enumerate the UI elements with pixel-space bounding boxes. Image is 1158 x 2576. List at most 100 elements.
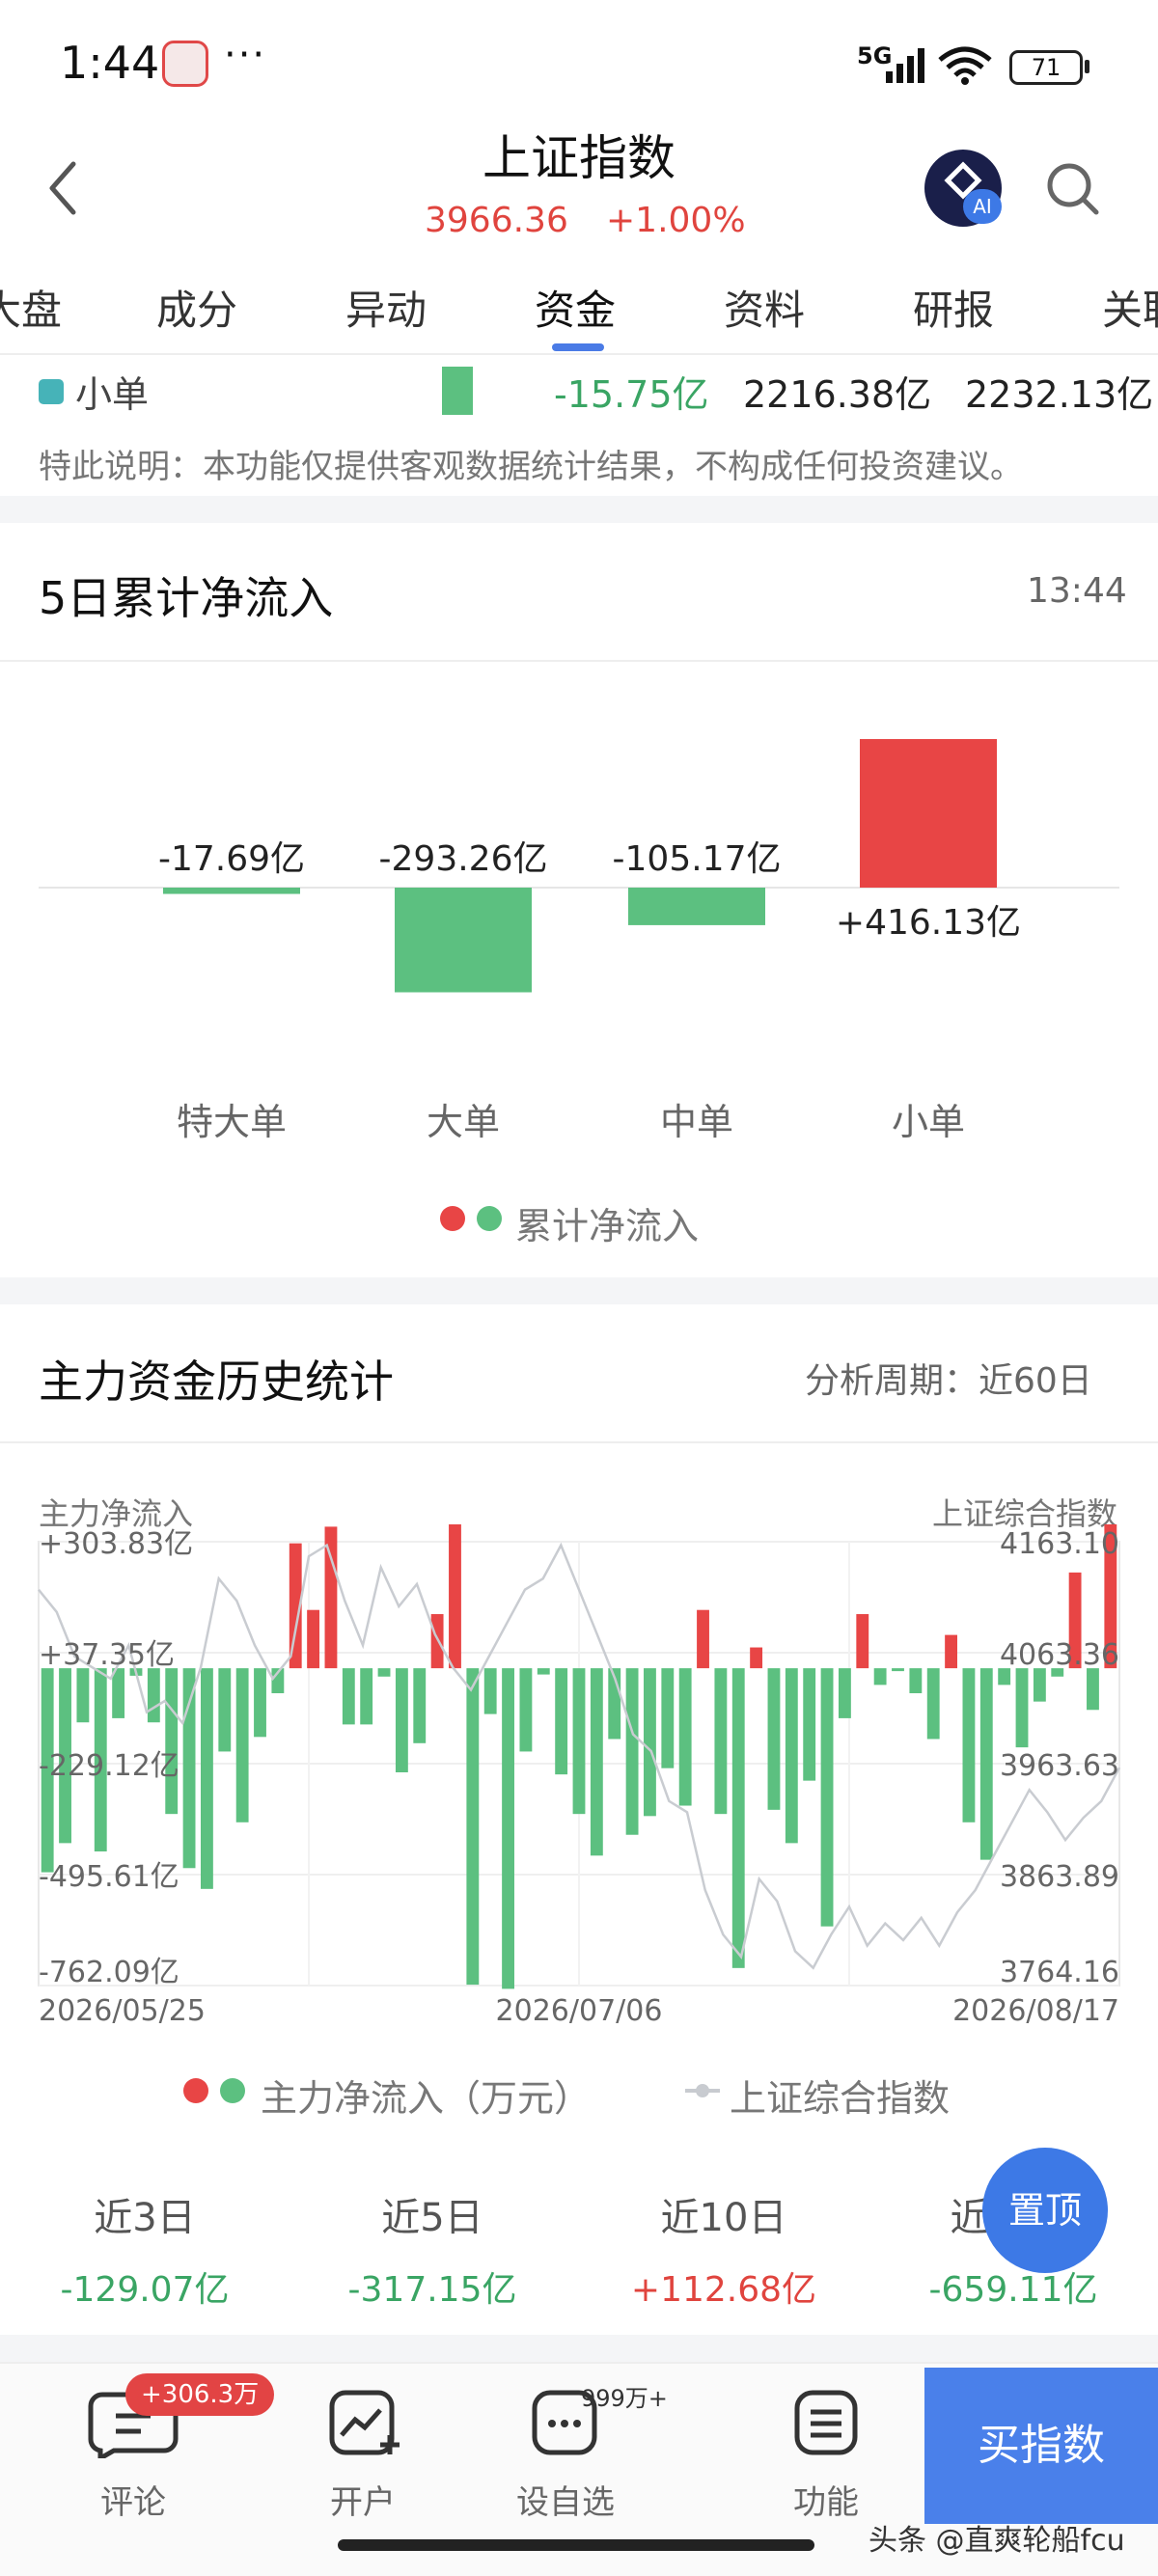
category-label-2: 中单 xyxy=(660,1101,733,1143)
flow-bar-41 xyxy=(767,1668,781,1810)
tab-funds[interactable]: 资金 xyxy=(535,278,616,337)
flow-bar-34 xyxy=(644,1668,656,1817)
tab-related[interactable]: 关联 xyxy=(1102,278,1158,337)
legend-dot-up xyxy=(440,1206,465,1231)
flow-bar-6 xyxy=(147,1668,160,1723)
five-day-legend-label: 累计净流入 xyxy=(515,1205,700,1247)
flow-bar-8 xyxy=(182,1668,196,1869)
period-20d-value: -659.11亿 xyxy=(928,2270,1098,2310)
flow-bar-31 xyxy=(590,1668,603,1856)
left-tick-4: -762.09亿 xyxy=(39,1956,179,1989)
flow-bar-44 xyxy=(820,1668,834,1927)
divider xyxy=(0,1441,1158,1443)
flow-bar-9 xyxy=(201,1668,213,1889)
watchlist-count-badge: 999万+ xyxy=(581,2385,668,2412)
flow-bar-18 xyxy=(360,1668,373,1725)
category-label-3: 小单 xyxy=(892,1101,965,1143)
comment-count-badge: +306.3万 xyxy=(125,2373,275,2416)
flow-bar-43 xyxy=(803,1668,816,1781)
flow-bar-21 xyxy=(413,1668,427,1743)
small-order-bar xyxy=(442,367,473,415)
small-order-outflow: 2232.13亿 xyxy=(965,373,1154,416)
open-account-button[interactable]: 开户 xyxy=(286,2385,440,2523)
category-label-0: 特大单 xyxy=(177,1101,287,1143)
flow-bar-30 xyxy=(572,1668,586,1815)
period-5d-value: -317.15亿 xyxy=(347,2270,517,2310)
flow-bar-59 xyxy=(1087,1668,1099,1711)
flow-bar-42 xyxy=(785,1668,798,1844)
flow-bar-53 xyxy=(979,1668,993,1860)
category-label-1: 大单 xyxy=(427,1101,500,1143)
status-time: 1:44 xyxy=(60,37,160,89)
bar-0 xyxy=(163,888,300,894)
tab-research[interactable]: 研报 xyxy=(913,278,994,337)
five-day-time: 13:44 xyxy=(1027,571,1127,611)
signal-icon xyxy=(886,48,924,83)
flow-bar-26 xyxy=(502,1668,514,1989)
flow-bar-20 xyxy=(395,1668,408,1773)
tab-market[interactable]: 大盘 xyxy=(0,278,62,337)
flow-bar-51 xyxy=(945,1634,957,1669)
flow-bar-19 xyxy=(377,1668,391,1677)
date-tick-1: 2026/07/06 xyxy=(496,1994,663,2026)
value-label-1: -293.26亿 xyxy=(379,839,548,879)
flow-bar-10 xyxy=(218,1668,232,1752)
battery-nub xyxy=(1085,60,1089,73)
buy-index-button[interactable]: 买指数 xyxy=(924,2368,1158,2524)
date-tick-2: 2026/08/17 xyxy=(952,1994,1119,2026)
legend-dot-down xyxy=(220,2078,245,2103)
tab-active-indicator xyxy=(552,343,604,351)
status-more-dots: ··· xyxy=(224,33,267,77)
flow-bar-55 xyxy=(1015,1668,1029,1748)
index-change: +1.00% xyxy=(606,201,746,240)
tab-movement[interactable]: 异动 xyxy=(345,278,427,337)
tab-profile[interactable]: 资料 xyxy=(724,278,805,337)
value-label-3: +416.13亿 xyxy=(836,903,1021,943)
flow-bar-49 xyxy=(909,1668,923,1694)
history-legend-bar: 主力净流入（万元） xyxy=(261,2077,592,2120)
search-icon[interactable] xyxy=(1044,160,1102,218)
right-tick-1: 4063.36 xyxy=(1000,1638,1119,1672)
flow-bar-56 xyxy=(1033,1668,1046,1702)
flow-bar-24 xyxy=(466,1668,480,1986)
small-order-net: -15.75亿 xyxy=(554,373,709,416)
legend-dot-down xyxy=(477,1206,502,1231)
five-day-title: 5日累计净流入 xyxy=(39,572,334,624)
open-account-label: 开户 xyxy=(330,2483,396,2522)
functions-button[interactable]: 功能 xyxy=(749,2385,903,2523)
flow-bar-23 xyxy=(449,1524,461,1669)
small-order-color-icon xyxy=(39,379,64,404)
right-tick-3: 3863.89 xyxy=(1000,1860,1119,1894)
section-gap xyxy=(0,1277,1158,1304)
app-notification-icon xyxy=(162,41,208,87)
small-order-label: 小单 xyxy=(75,373,150,416)
flow-bar-27 xyxy=(519,1668,533,1752)
index-price: 3966.36 xyxy=(425,201,568,240)
legend-dot-up xyxy=(183,2078,208,2103)
right-tick-2: 3963.63 xyxy=(1000,1749,1119,1783)
watermark: 头条 @直爽轮船fcu xyxy=(868,2524,1125,2558)
flow-bar-12 xyxy=(254,1668,266,1738)
value-label-2: -105.17亿 xyxy=(613,839,782,879)
flow-bar-40 xyxy=(750,1647,763,1669)
left-tick-0: +303.83亿 xyxy=(39,1527,193,1561)
flow-bar-22 xyxy=(430,1614,444,1669)
functions-icon xyxy=(794,2390,858,2455)
flow-bar-39 xyxy=(731,1668,745,1968)
small-order-inflow: 2216.38亿 xyxy=(743,373,932,416)
tab-components[interactable]: 成分 xyxy=(156,278,237,337)
section-gap xyxy=(0,496,1158,523)
section-gap xyxy=(0,2335,1158,2362)
flow-bar-52 xyxy=(962,1668,976,1822)
history-legend-line: 上证综合指数 xyxy=(730,2077,951,2120)
right-tick-0: 4163.10 xyxy=(1000,1527,1119,1561)
history-period[interactable]: 分析周期：近60日 xyxy=(805,1353,1092,1403)
home-indicator[interactable] xyxy=(338,2539,814,2551)
disclaimer: 特此说明：本功能仅提供客观数据统计结果，不构成任何投资建议。 xyxy=(39,448,1023,486)
comment-label: 评论 xyxy=(100,2483,166,2522)
right-tick-4: 3764.16 xyxy=(1000,1956,1119,1989)
flow-bar-7 xyxy=(165,1668,179,1815)
bar-2 xyxy=(628,888,765,925)
flow-bar-33 xyxy=(625,1668,639,1835)
pin-top-button[interactable]: 置顶 xyxy=(982,2148,1108,2273)
